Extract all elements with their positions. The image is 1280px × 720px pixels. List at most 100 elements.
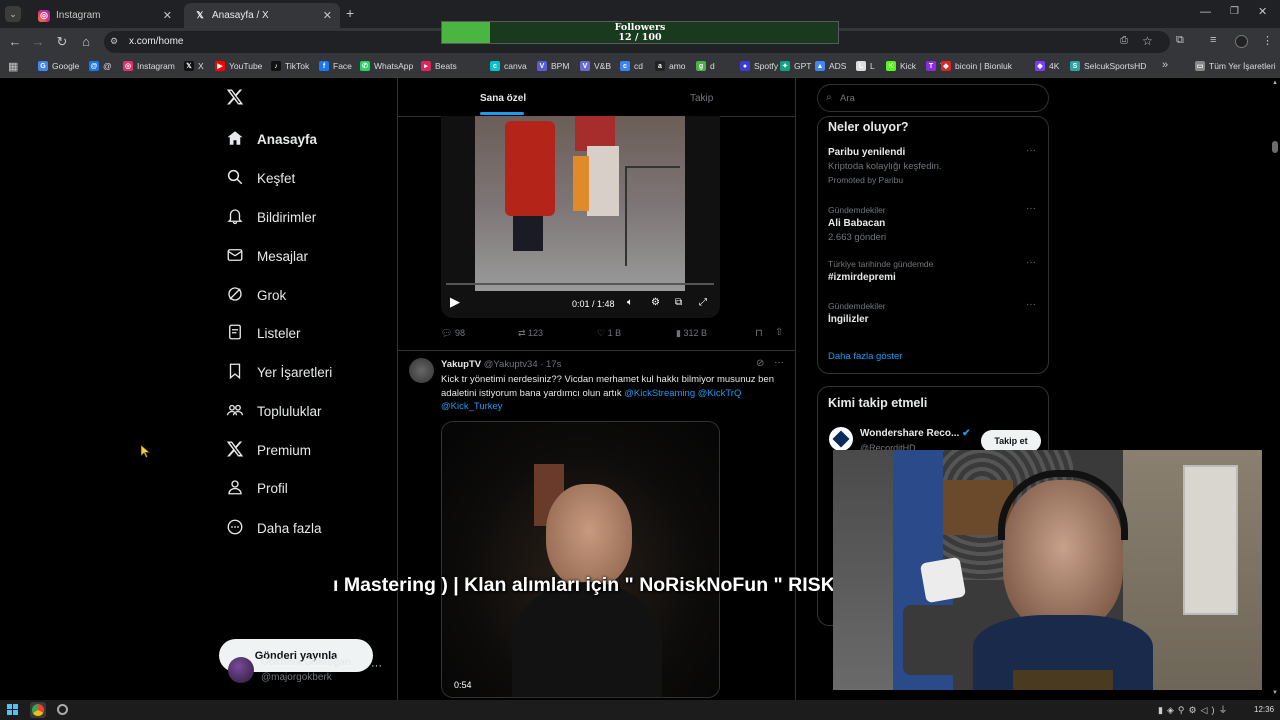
bookmark-item[interactable]: ▸ Beats	[421, 61, 457, 71]
x-logo-icon[interactable]	[226, 88, 244, 111]
bookmark-item[interactable]: LL	[856, 61, 875, 71]
bookmark-item[interactable]: a amo	[655, 61, 686, 71]
like-button[interactable]: ♡ 1 B	[597, 328, 621, 339]
mention-link[interactable]: @Kick_Turkey	[441, 401, 503, 412]
video-progress-track[interactable]	[446, 283, 714, 285]
star-icon[interactable]: ☆	[1142, 34, 1153, 48]
page-scrollbar[interactable]	[1270, 78, 1280, 700]
close-tab-icon[interactable]: ✕	[323, 9, 332, 22]
sidebar-item-home[interactable]: Anasayfa	[226, 129, 317, 150]
taskbar-obs-icon[interactable]	[57, 704, 68, 715]
grok-icon[interactable]: ⊘	[756, 358, 764, 369]
bookmark-item[interactable]: ◆ 4K	[1035, 61, 1059, 71]
play-icon[interactable]: ▶	[450, 294, 460, 310]
more-dots-icon[interactable]: ···	[371, 660, 382, 672]
sidebar-item-grok[interactable]: Grok	[226, 285, 286, 306]
bookmark-item[interactable]: ✦ GPT	[780, 61, 811, 71]
sidebar-item-x-logo[interactable]: Premium	[226, 440, 311, 461]
scroll-down-arrow[interactable]: ▼	[1272, 690, 1278, 696]
bookmark-item[interactable]: ▲ ADS	[815, 61, 846, 71]
bookmark-item[interactable]: @ @	[89, 61, 112, 71]
chrome-menu-icon[interactable]: ⋮	[1262, 34, 1273, 47]
minimize-window-icon[interactable]: —	[1200, 6, 1211, 18]
back-icon[interactable]: ←	[7, 34, 23, 49]
more-dots-icon[interactable]: ···	[1026, 145, 1036, 156]
volume-icon[interactable]: 🔈︎	[627, 297, 633, 308]
bookmark-item[interactable]: K Kick	[886, 61, 916, 71]
bookmark-item[interactable]: gd	[696, 61, 715, 71]
bookmark-item[interactable]: V BPM	[537, 61, 569, 71]
video-player[interactable]: 0:54	[441, 421, 720, 698]
tab-following[interactable]: Takip	[690, 93, 713, 104]
bookmark-item[interactable]: c canva	[490, 61, 527, 71]
tab-instagram[interactable]: ◎ Instagram ✕	[28, 3, 180, 28]
tray-icons[interactable]: ▮◈⚲⚙◁)⏚	[1158, 703, 1231, 716]
avatar[interactable]	[829, 427, 853, 451]
suggested-account-name[interactable]: Wondershare Reco... ✔	[860, 428, 970, 439]
more-dots-icon[interactable]: ···	[774, 357, 784, 368]
sidebar-item-communities[interactable]: Topluluklar	[226, 401, 322, 422]
author-name[interactable]: YakupTV	[441, 359, 481, 370]
sidebar-item-more-circle[interactable]: Daha fazla	[226, 518, 322, 539]
scroll-up-arrow[interactable]: ▲	[1272, 80, 1278, 86]
sidebar-item-person[interactable]: Profil	[226, 478, 288, 499]
bookmark-item[interactable]: ◆ bicoin | Bionluk	[941, 61, 1012, 71]
fullscreen-icon[interactable]: ⤢	[699, 297, 707, 308]
taskbar-clock[interactable]: 12:36	[1254, 705, 1274, 714]
video-player[interactable]: ▶ 0:01 / 1:48 🔈︎ ⚙ ⧉ ⤢	[441, 116, 720, 318]
avatar[interactable]	[409, 358, 434, 383]
sidebar-item-mail[interactable]: Mesajlar	[226, 246, 308, 267]
more-dots-icon[interactable]: ···	[1026, 299, 1036, 310]
tab-search-button[interactable]: ⌄	[5, 6, 21, 22]
bookmark-item[interactable]: 𝕏X	[184, 61, 204, 71]
account-switcher[interactable]: Gökberk Göktoğan @majorgokberk ···	[226, 655, 386, 691]
bookmark-item[interactable]: ▶ YouTube	[215, 61, 262, 71]
author-handle[interactable]: @Yakuptv34	[484, 359, 538, 370]
scrollbar-thumb[interactable]	[1272, 141, 1278, 153]
bookmark-item[interactable]: G Google	[38, 61, 79, 71]
close-window-icon[interactable]: ✕	[1258, 5, 1267, 18]
views-button[interactable]: ▮ 312 B	[676, 328, 707, 339]
bookmark-item[interactable]: ● Spotfy	[740, 61, 778, 71]
bookmark-icon[interactable]: ⊓	[755, 328, 763, 339]
repost-button[interactable]: ⇄ 123	[518, 328, 543, 339]
restore-window-icon[interactable]: ❐	[1230, 6, 1239, 17]
media-icon[interactable]: ≡	[1210, 34, 1216, 46]
bookmark-item[interactable]: S SelcukSportsHD	[1070, 61, 1146, 71]
bookmark-item[interactable]: f Face	[319, 61, 352, 71]
sidebar-item-bell[interactable]: Bildirimler	[226, 207, 316, 228]
mention-link[interactable]: @KickStreaming	[624, 388, 695, 399]
extensions-icon[interactable]: ⧉	[1176, 34, 1184, 47]
reply-button[interactable]: 💬︎ 98	[441, 328, 465, 339]
taskbar-chrome-icon[interactable]	[30, 702, 46, 718]
share-icon[interactable]: ⇧	[775, 327, 783, 338]
mention-link[interactable]: @KickTrQ	[698, 388, 742, 399]
install-app-icon[interactable]: ⎙	[1120, 35, 1128, 46]
bookmark-item[interactable]: ♪ TikTok	[271, 61, 309, 71]
sidebar-item-list[interactable]: Listeler	[226, 323, 301, 344]
follow-button[interactable]: Takip et	[981, 430, 1041, 452]
apps-grid-icon[interactable]: ▦	[8, 60, 18, 73]
profile-avatar[interactable]	[1235, 35, 1248, 48]
forward-icon[interactable]: →	[30, 34, 46, 49]
bookmark-item[interactable]: ▭ Tüm Yer İşaretleri	[1195, 61, 1276, 71]
tab-x-home[interactable]: 𝕏 Anasayfa / X ✕	[184, 3, 340, 28]
new-tab-button[interactable]: +	[346, 5, 354, 21]
close-tab-icon[interactable]: ✕	[163, 9, 172, 22]
sidebar-item-search[interactable]: Keşfet	[226, 168, 295, 189]
bookmark-item[interactable]: ◎ Instagram	[123, 61, 175, 71]
bookmarks-overflow-icon[interactable]: »	[1162, 59, 1168, 71]
home-icon[interactable]: ⌂	[78, 34, 94, 49]
bookmark-item[interactable]: ✆ WhatsApp	[360, 61, 413, 71]
bookmark-item[interactable]: V V&B	[580, 61, 611, 71]
sidebar-item-bookmark[interactable]: Yer İşaretleri	[226, 362, 332, 383]
more-dots-icon[interactable]: ···	[1026, 203, 1036, 214]
pip-icon[interactable]: ⧉	[675, 297, 682, 308]
tab-for-you[interactable]: Sana özel	[480, 93, 526, 104]
reload-icon[interactable]: ↻	[54, 34, 70, 50]
show-more-link[interactable]: Daha fazla göster	[828, 351, 902, 362]
windows-start-icon[interactable]	[7, 704, 18, 715]
post-time[interactable]: · 17s	[540, 359, 561, 370]
bookmark-item[interactable]: c cd	[620, 61, 643, 71]
more-dots-icon[interactable]: ···	[1026, 257, 1036, 268]
